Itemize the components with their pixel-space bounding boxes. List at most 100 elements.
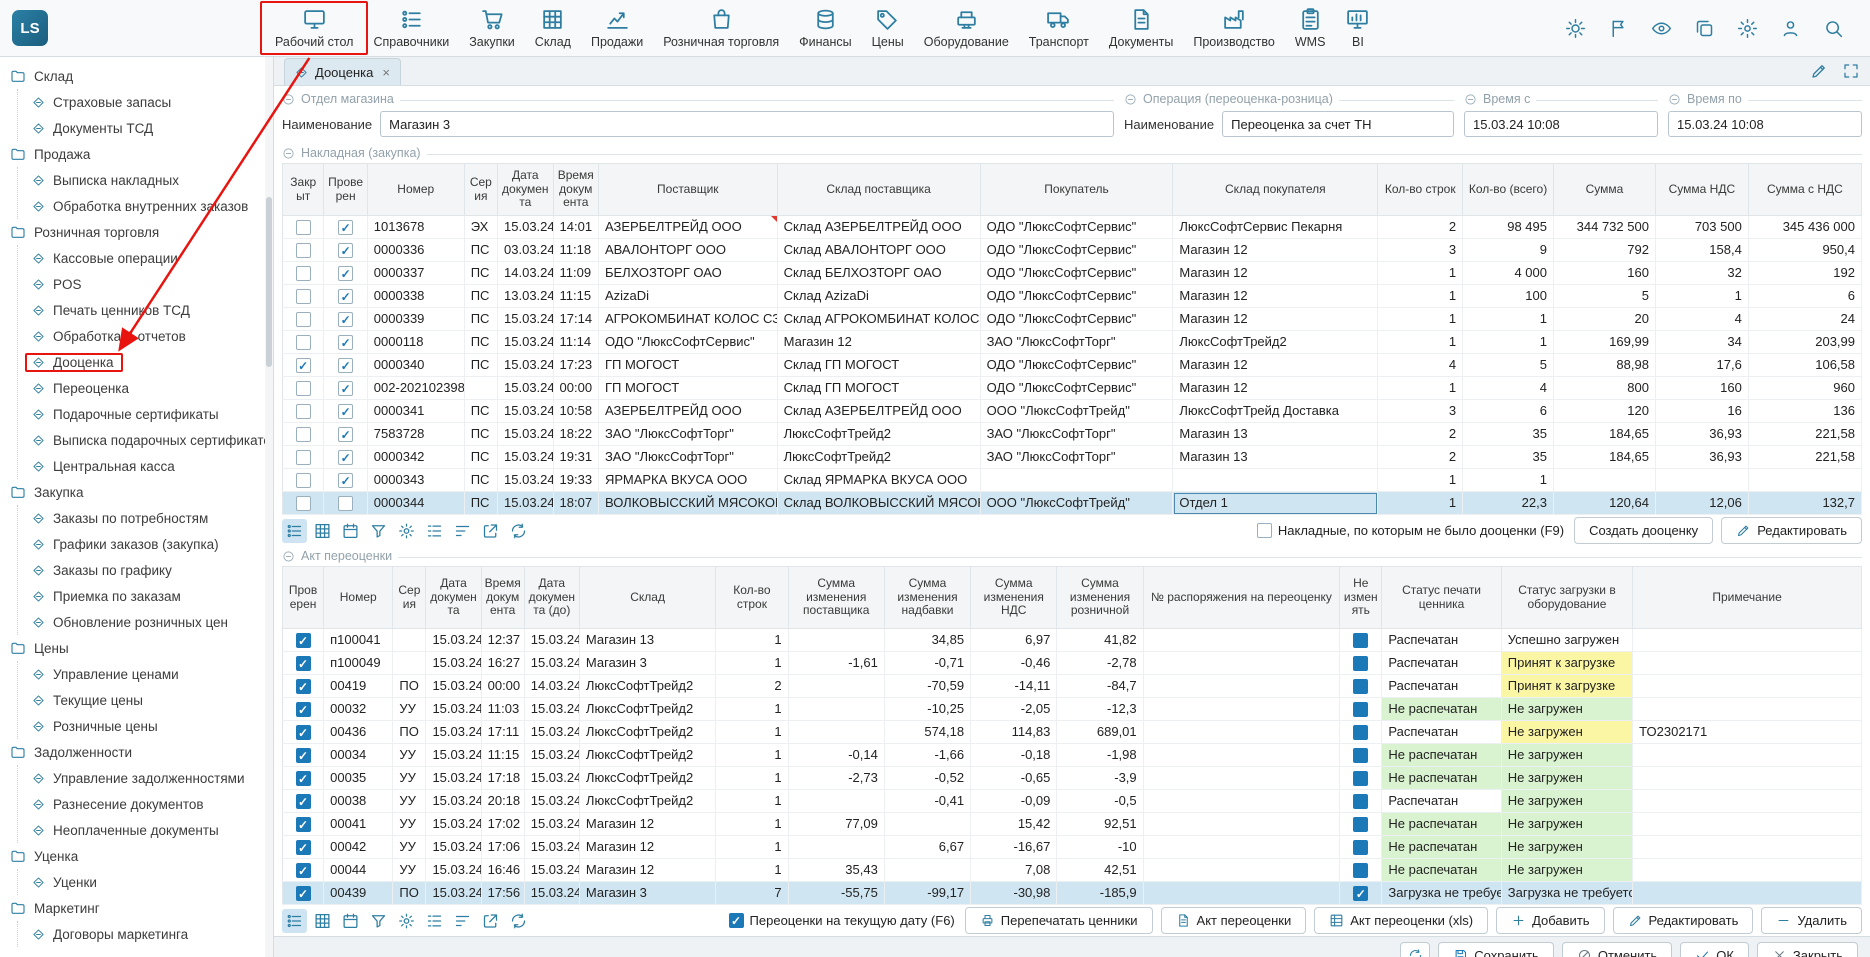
column-header[interactable]: Номер bbox=[367, 164, 464, 216]
checkbox[interactable] bbox=[296, 381, 311, 396]
topbar-item-purchases[interactable]: Закупки bbox=[459, 0, 525, 56]
sidebar-folder[interactable]: Задолженности bbox=[10, 739, 263, 765]
sidebar-item[interactable]: Заказы по графику bbox=[18, 557, 263, 583]
column-header[interactable]: Поставщик bbox=[598, 164, 777, 216]
topbar-item-bi[interactable]: BI bbox=[1335, 0, 1380, 56]
sync-icon[interactable] bbox=[506, 519, 531, 543]
checkbox[interactable] bbox=[296, 289, 311, 304]
filter-icon[interactable] bbox=[366, 909, 391, 933]
gear-icon[interactable] bbox=[394, 519, 419, 543]
topbar-item-catalog[interactable]: Справочники bbox=[363, 0, 459, 56]
checkbox[interactable] bbox=[1353, 863, 1368, 878]
checkbox[interactable]: ✓ bbox=[296, 702, 311, 717]
collapse-icon[interactable] bbox=[1124, 93, 1137, 106]
topbar-item-production[interactable]: Производство bbox=[1183, 0, 1285, 56]
user-icon[interactable] bbox=[1780, 18, 1801, 39]
sidebar-item[interactable]: Печать ценников ТСД bbox=[18, 297, 263, 323]
act-row[interactable]: ✓00032УУ15.03.2411:0315.03.24ЛюксСофтТре… bbox=[283, 698, 1862, 721]
column-header[interactable]: Дата документа bbox=[426, 567, 481, 629]
checkbox[interactable]: ✓ bbox=[296, 656, 311, 671]
column-header[interactable]: Проверен bbox=[283, 567, 324, 629]
checkbox[interactable]: ✓ bbox=[296, 771, 311, 786]
theme-icon[interactable] bbox=[1565, 18, 1586, 39]
column-header[interactable]: Сумма изменения НДС bbox=[971, 567, 1057, 629]
tab-close-icon[interactable]: × bbox=[382, 65, 390, 80]
time-from-input[interactable] bbox=[1464, 111, 1658, 137]
sidebar-item[interactable]: Уценки bbox=[18, 869, 263, 895]
checkbox[interactable] bbox=[296, 496, 311, 511]
checkbox[interactable] bbox=[1353, 817, 1368, 832]
flag-icon[interactable] bbox=[1608, 18, 1629, 39]
collapse-icon[interactable] bbox=[282, 147, 295, 160]
topbar-item-warehouse[interactable]: Склад bbox=[525, 0, 581, 56]
column-header[interactable]: Склад bbox=[579, 567, 715, 629]
column-header[interactable]: Кол-во строк bbox=[716, 567, 788, 629]
column-header[interactable]: Проверен bbox=[324, 164, 367, 216]
checkbox[interactable] bbox=[1353, 656, 1368, 671]
act-row[interactable]: ✓00034УУ15.03.2411:1515.03.24ЛюксСофтТре… bbox=[283, 744, 1862, 767]
close-button[interactable]: Закрыть bbox=[1757, 942, 1858, 957]
checkbox[interactable]: ✓ bbox=[296, 679, 311, 694]
view-grid-icon[interactable] bbox=[310, 519, 335, 543]
checkbox[interactable]: ✓ bbox=[338, 312, 353, 327]
column-header[interactable]: Кол-во строк bbox=[1378, 164, 1463, 216]
invoice-row[interactable]: ✓0000343ПС15.03.2419:33ЯРМАРКА ВКУСА ООО… bbox=[283, 469, 1862, 492]
invoice-row[interactable]: ✓✓0000340ПС15.03.2417:23ГП МОГОСТСклад Г… bbox=[283, 354, 1862, 377]
topbar-item-prices[interactable]: Цены bbox=[862, 0, 914, 56]
sidebar-item[interactable]: Страховые запасы bbox=[18, 89, 263, 115]
sync-icon[interactable] bbox=[506, 909, 531, 933]
checkbox[interactable]: ✓ bbox=[729, 913, 744, 928]
checkbox[interactable]: ✓ bbox=[338, 220, 353, 235]
act-report-xls-button[interactable]: Акт переоценки (xls) bbox=[1314, 907, 1488, 934]
act-row[interactable]: ✓00035УУ15.03.2417:1815.03.24ЛюксСофтТре… bbox=[283, 767, 1862, 790]
collapse-icon[interactable] bbox=[282, 550, 295, 563]
column-header[interactable]: Сумма с НДС bbox=[1748, 164, 1861, 216]
filter-icon[interactable] bbox=[366, 519, 391, 543]
sidebar-item[interactable]: Обработка Z-отчетов bbox=[18, 323, 263, 349]
save-button[interactable]: Сохранить bbox=[1438, 942, 1554, 957]
act-row[interactable]: ✓п10004915.03.2416:2715.03.24Магазин 31-… bbox=[283, 652, 1862, 675]
topbar-item-desktop[interactable]: Рабочий стол bbox=[265, 0, 363, 56]
sidebar-folder[interactable]: Уценка bbox=[10, 843, 263, 869]
topbar-item-retail[interactable]: Розничная торговля bbox=[653, 0, 789, 56]
column-header[interactable]: Время документа bbox=[553, 164, 598, 216]
sidebar-item[interactable]: Обработка внутренних заказов bbox=[18, 193, 263, 219]
column-header[interactable]: № распоряжения на переоценку bbox=[1143, 567, 1340, 629]
sidebar-item-doocenka[interactable]: Дооценка bbox=[18, 349, 263, 375]
sort-icon[interactable] bbox=[450, 909, 475, 933]
checkbox[interactable] bbox=[1353, 748, 1368, 763]
checkbox[interactable] bbox=[296, 450, 311, 465]
sidebar-item[interactable]: Разнесение документов bbox=[18, 791, 263, 817]
invoice-row[interactable]: ✓0000336ПС03.03.2411:18АВАЛОНТОРГ ОООСкл… bbox=[283, 239, 1862, 262]
sidebar-folder[interactable]: Склад bbox=[10, 63, 263, 89]
view-grid-icon[interactable] bbox=[310, 909, 335, 933]
checkbox[interactable]: ✓ bbox=[338, 473, 353, 488]
checkbox[interactable]: ✓ bbox=[296, 886, 311, 901]
dept-name-input[interactable] bbox=[380, 111, 1114, 137]
checkbox[interactable] bbox=[296, 266, 311, 281]
settings-icon[interactable] bbox=[1737, 18, 1758, 39]
invoice-row[interactable]: ✓0000341ПС15.03.2410:58АЗЕРБЕЛТРЕЙД ОООС… bbox=[283, 400, 1862, 423]
invoice-row[interactable]: ✓0000337ПС14.03.2411:09БЕЛХОЗТОРГ ОАОСкл… bbox=[283, 262, 1862, 285]
checkbox[interactable]: ✓ bbox=[338, 450, 353, 465]
act-row[interactable]: ✓00439ПО15.03.2417:5615.03.24Магазин 37-… bbox=[283, 882, 1862, 905]
column-header[interactable]: Дата документа (до) bbox=[524, 567, 579, 629]
column-header[interactable]: Закрыт bbox=[283, 164, 324, 216]
column-header[interactable]: Сумма НДС bbox=[1655, 164, 1748, 216]
sidebar-item[interactable]: Документы ТСД bbox=[18, 115, 263, 141]
column-header[interactable]: Кол-во (всего) bbox=[1463, 164, 1554, 216]
cancel-button[interactable]: Отменить bbox=[1562, 942, 1672, 957]
column-header[interactable]: Серия bbox=[464, 164, 497, 216]
invoice-row[interactable]: ✓0000339ПС15.03.2417:14АГРОКОМБИНАТ КОЛО… bbox=[283, 308, 1862, 331]
checkbox[interactable] bbox=[1257, 523, 1272, 538]
sidebar-folder[interactable]: Закупка bbox=[10, 479, 263, 505]
checkbox[interactable] bbox=[296, 427, 311, 442]
checkbox[interactable]: ✓ bbox=[296, 725, 311, 740]
column-header[interactable]: Примечание bbox=[1633, 567, 1862, 629]
sidebar-item[interactable]: Договоры маркетинга bbox=[18, 921, 263, 947]
view-list-icon[interactable] bbox=[282, 909, 307, 933]
sidebar-scrollbar[interactable] bbox=[265, 57, 273, 957]
column-header[interactable]: Сумма изменения поставщика bbox=[788, 567, 884, 629]
act-report-button[interactable]: Акт переоценки bbox=[1161, 907, 1307, 934]
checkbox[interactable]: ✓ bbox=[296, 358, 311, 373]
